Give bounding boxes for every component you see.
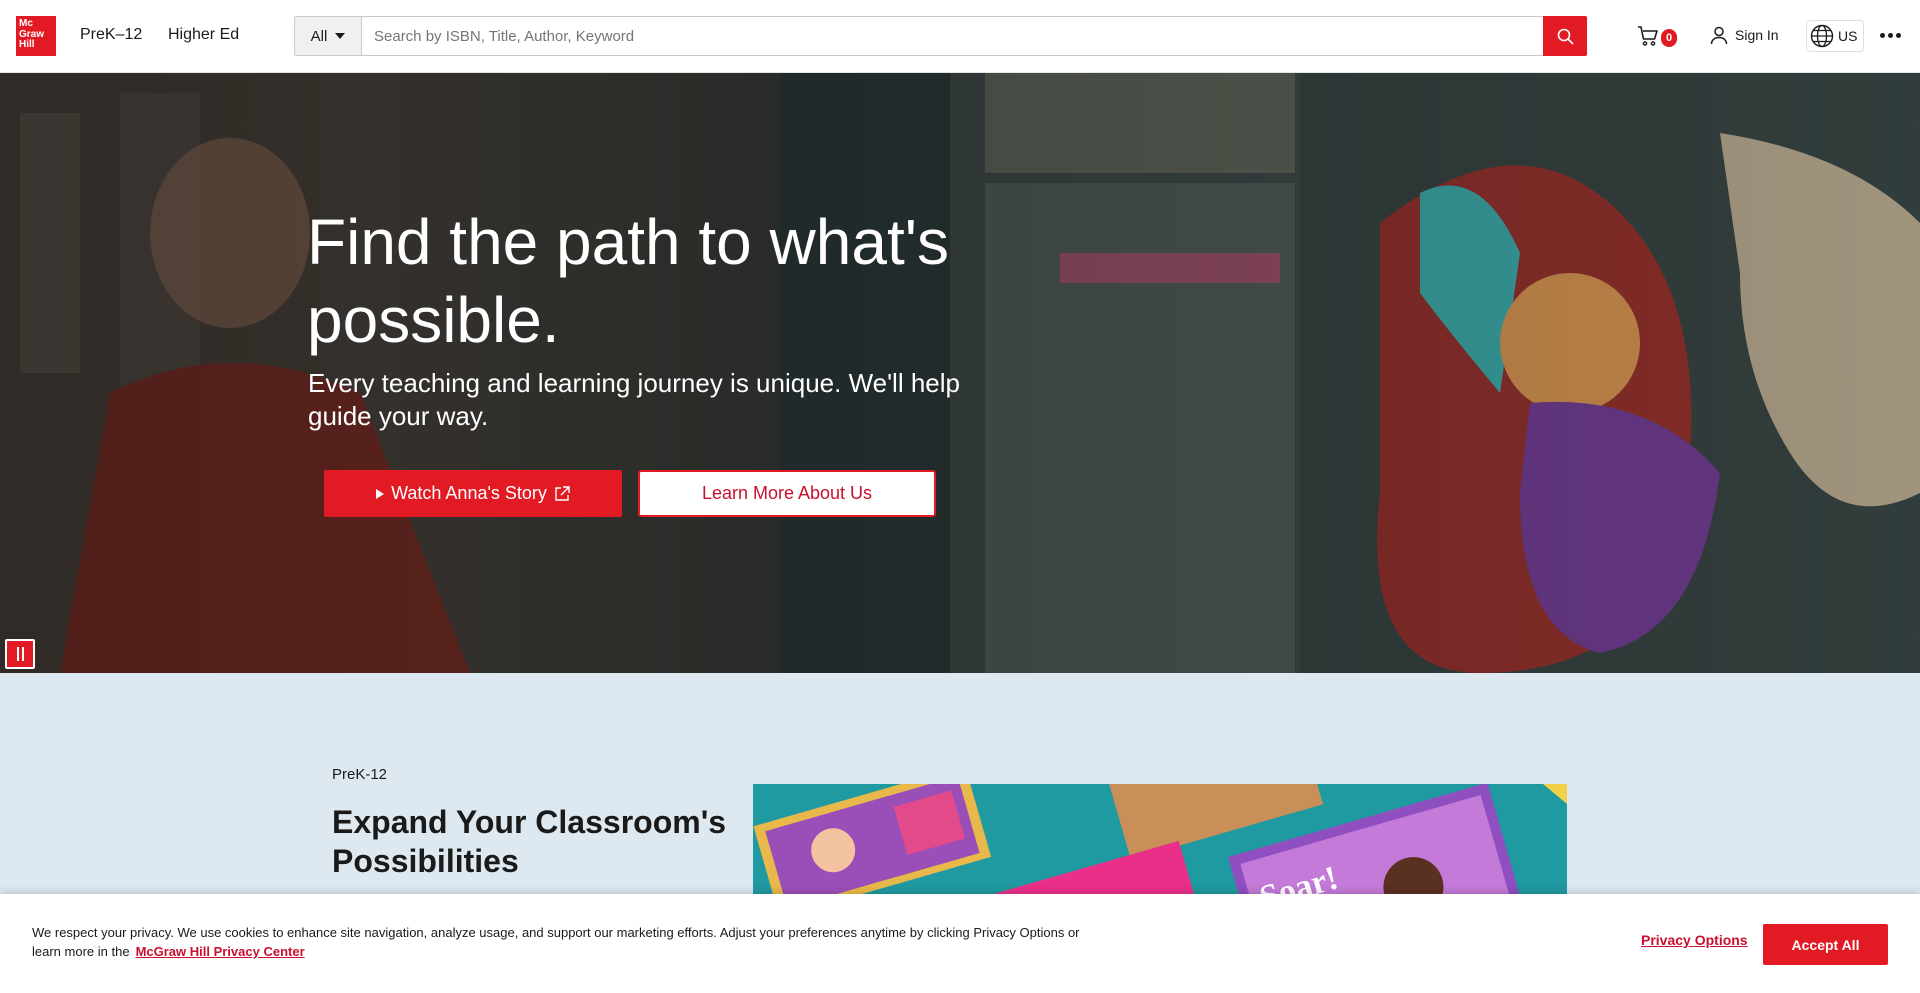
- nav-link-higher-ed[interactable]: Higher Ed: [168, 26, 239, 44]
- site-header: McGrawHill PreK–12 Higher Ed All 0 Sign …: [0, 0, 1920, 73]
- user-icon: [1710, 26, 1728, 45]
- sign-in-button[interactable]: Sign In: [1709, 25, 1779, 45]
- search-icon: [1557, 28, 1573, 44]
- search-bar: All: [294, 16, 1587, 56]
- search-category-dropdown[interactable]: All: [295, 17, 362, 55]
- mcgraw-hill-logo[interactable]: Mc Graw Hill: [16, 16, 56, 56]
- region-selector[interactable]: US: [1806, 20, 1865, 52]
- sign-in-label: Sign In: [1735, 27, 1779, 43]
- section-title: Expand Your Classroom's Possibilities: [332, 804, 727, 879]
- cookie-message: We respect your privacy. We use cookies …: [32, 923, 1092, 961]
- search-input[interactable]: [362, 17, 1543, 55]
- watch-story-button[interactable]: Watch Anna's Story: [324, 470, 622, 517]
- hero-title: Find the path to what's possible.: [307, 206, 949, 356]
- play-icon: [376, 488, 385, 499]
- section-eyebrow: PreK-12: [332, 766, 388, 783]
- nav-link-prek12[interactable]: PreK–12: [80, 26, 142, 44]
- privacy-center-link[interactable]: McGraw Hill Privacy Center: [136, 944, 305, 959]
- privacy-options-link[interactable]: Privacy Options: [1641, 932, 1748, 948]
- external-link-icon: [555, 485, 570, 501]
- learn-more-label: Learn More About Us: [701, 483, 873, 503]
- search-button[interactable]: [1543, 16, 1587, 56]
- hero-banner: Find the path to what's possible. Every …: [0, 73, 1920, 673]
- region-label: US: [1838, 28, 1858, 44]
- cart-icon: [1638, 26, 1658, 46]
- caret-down-icon: [335, 33, 346, 39]
- pause-video-button[interactable]: [5, 639, 35, 669]
- cookie-banner: We respect your privacy. We use cookies …: [0, 894, 1920, 993]
- search-category-label: All: [310, 27, 328, 45]
- globe-icon: [1810, 24, 1834, 48]
- more-menu-icon[interactable]: [1880, 33, 1901, 38]
- cart-button[interactable]: 0: [1636, 24, 1677, 48]
- watch-story-label: Watch Anna's Story: [391, 483, 547, 503]
- cart-count-badge: 0: [1661, 29, 1677, 47]
- learn-more-button[interactable]: Learn More About Us: [638, 470, 936, 517]
- pause-icon: [16, 647, 19, 661]
- accept-all-button[interactable]: Accept All: [1763, 924, 1888, 965]
- hero-subtitle: Every teaching and learning journey is u…: [308, 368, 960, 431]
